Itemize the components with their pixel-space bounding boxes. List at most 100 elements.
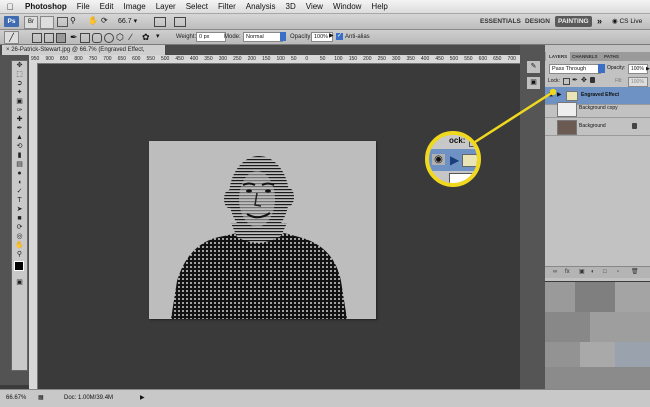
hand-tool-icon[interactable]: ✋ bbox=[13, 242, 26, 250]
expand-arrow-icon[interactable]: ▶ bbox=[557, 91, 562, 99]
screen-mode-icon[interactable] bbox=[174, 17, 186, 27]
more-workspaces-button[interactable]: » bbox=[597, 15, 602, 28]
layer-style-icon[interactable]: fx bbox=[565, 267, 570, 278]
rectangle-tool-icon[interactable] bbox=[80, 33, 90, 43]
menu-window[interactable]: Window bbox=[328, 2, 366, 11]
rounded-rectangle-tool-icon[interactable] bbox=[92, 33, 102, 43]
cs-live-button[interactable]: ◉ CS Live bbox=[612, 16, 642, 27]
menu-view[interactable]: View bbox=[301, 2, 328, 11]
tab-paths[interactable]: PATHS bbox=[601, 52, 622, 61]
mode-dropdown-icon[interactable] bbox=[280, 32, 286, 41]
tab-channels[interactable]: CHANNELS bbox=[569, 52, 601, 61]
history-panel-icon[interactable]: ✎ bbox=[526, 60, 541, 74]
gradient-tool-icon[interactable]: ▤ bbox=[13, 161, 26, 169]
visibility-eye-icon[interactable] bbox=[547, 104, 555, 112]
new-layer-icon[interactable]: ▫ bbox=[617, 267, 619, 278]
menu-help[interactable]: Help bbox=[366, 2, 392, 11]
clone-stamp-tool-icon[interactable]: ▲ bbox=[13, 134, 26, 142]
menu-layer[interactable]: Layer bbox=[151, 2, 181, 11]
zoom-icon[interactable]: ⚲ bbox=[70, 17, 80, 25]
layer-opacity-input[interactable]: 100% bbox=[628, 64, 648, 74]
crop-tool-icon[interactable]: ▣ bbox=[13, 98, 26, 106]
visibility-eye-icon[interactable] bbox=[547, 122, 555, 130]
fill-input[interactable]: 100% bbox=[628, 77, 648, 87]
brush-tool-icon[interactable]: ✒ bbox=[13, 125, 26, 133]
blend-mode-dropdown-icon[interactable] bbox=[598, 64, 605, 73]
new-group-icon[interactable]: □ bbox=[603, 267, 607, 278]
launch-mini-bridge-icon[interactable] bbox=[40, 16, 54, 29]
fill-pixels-icon[interactable] bbox=[56, 33, 66, 43]
blur-tool-icon[interactable]: ● bbox=[13, 170, 26, 178]
lock-image-icon[interactable]: ✒ bbox=[572, 76, 578, 85]
3d-rotate-tool-icon[interactable]: ⟳ bbox=[13, 224, 26, 232]
eraser-tool-icon[interactable]: ▮ bbox=[13, 152, 26, 160]
lasso-tool-icon[interactable]: ➲ bbox=[13, 80, 26, 88]
add-mask-icon[interactable]: ▣ bbox=[579, 267, 585, 278]
lock-position-icon[interactable]: ✥ bbox=[581, 76, 587, 85]
link-layers-icon[interactable]: ∞ bbox=[553, 267, 557, 278]
move-tool-icon[interactable]: ✥ bbox=[13, 62, 26, 70]
line-tool-icon[interactable]: ∕ bbox=[130, 32, 132, 42]
layer-opacity-arrow-icon[interactable]: ▶ bbox=[646, 65, 650, 73]
dodge-tool-icon[interactable]: ◖ bbox=[13, 179, 26, 187]
layer-row-background-copy[interactable]: Background copy bbox=[545, 100, 650, 118]
color-swatches[interactable] bbox=[13, 260, 28, 278]
shape-tool-icon[interactable]: ■ bbox=[13, 215, 26, 223]
menu-3d[interactable]: 3D bbox=[281, 2, 301, 11]
pen-icon[interactable]: ✒ bbox=[70, 32, 78, 42]
zoom-tool-icon[interactable]: ⚲ bbox=[13, 251, 26, 259]
menu-analysis[interactable]: Analysis bbox=[241, 2, 281, 11]
polygon-tool-icon[interactable]: ⬡ bbox=[116, 32, 124, 42]
opacity-slider-icon[interactable]: ▶ bbox=[329, 33, 335, 40]
ellipse-tool-icon[interactable] bbox=[104, 33, 114, 43]
custom-shape-icon[interactable]: ✿ bbox=[142, 32, 150, 42]
rotate-view-icon[interactable]: ⟳ bbox=[101, 17, 111, 25]
quick-selection-tool-icon[interactable]: ✦ bbox=[13, 89, 26, 97]
workspace-painting[interactable]: PAINTING bbox=[555, 16, 592, 27]
menu-edit[interactable]: Edit bbox=[95, 2, 119, 11]
launch-bridge-icon[interactable]: Br bbox=[24, 16, 38, 29]
status-menu-icon[interactable]: ▶ bbox=[140, 390, 145, 407]
tool-preset-icon[interactable]: ╱ bbox=[4, 31, 19, 44]
layer-row-background[interactable]: Background bbox=[545, 118, 650, 136]
weight-input[interactable]: 0 px bbox=[196, 32, 226, 42]
shape-layers-icon[interactable] bbox=[32, 33, 42, 43]
tab-layers[interactable]: LAYERS bbox=[546, 52, 571, 61]
delete-layer-icon[interactable]: 🗑 bbox=[631, 267, 639, 278]
anti-alias-checkbox[interactable]: ✓ bbox=[336, 33, 343, 40]
close-tab-icon[interactable]: × bbox=[6, 47, 10, 53]
lock-all-icon[interactable] bbox=[590, 77, 595, 83]
healing-brush-tool-icon[interactable]: ✚ bbox=[13, 116, 26, 124]
pen-tool-icon[interactable]: ✓ bbox=[13, 188, 26, 196]
workspace-design[interactable]: DESIGN bbox=[522, 16, 553, 27]
paths-icon[interactable] bbox=[44, 33, 54, 43]
swatches-panel-icon[interactable]: ▣ bbox=[526, 76, 541, 90]
view-extras-icon[interactable] bbox=[57, 17, 68, 27]
zoom-level-select[interactable]: 66.7 ▾ bbox=[118, 16, 137, 27]
marquee-tool-icon[interactable]: ⬚ bbox=[13, 71, 26, 79]
menu-file[interactable]: File bbox=[72, 2, 95, 11]
workspace-essentials[interactable]: ESSENTIALS bbox=[477, 16, 524, 27]
geometry-options-icon[interactable]: ▾ bbox=[156, 32, 160, 42]
mode-select[interactable]: Normal bbox=[243, 32, 283, 42]
eyedropper-tool-icon[interactable]: ✑ bbox=[13, 107, 26, 115]
arrange-documents-icon[interactable] bbox=[154, 17, 166, 27]
3d-orbit-tool-icon[interactable]: ◎ bbox=[13, 233, 26, 241]
blend-mode-select[interactable]: Pass Through bbox=[549, 64, 601, 74]
apple-menu-icon[interactable]:  bbox=[0, 2, 20, 12]
type-tool-icon[interactable]: T bbox=[13, 197, 26, 205]
visibility-eye-icon[interactable]: ◉ bbox=[547, 91, 555, 99]
document-tab[interactable]: × 26-Patrick-Stewart.jpg @ 66.7% (Engrav… bbox=[2, 45, 165, 63]
lock-transparent-icon[interactable] bbox=[563, 78, 570, 85]
hand-icon[interactable]: ✋ bbox=[88, 17, 98, 25]
menu-image[interactable]: Image bbox=[118, 2, 150, 11]
menu-photoshop[interactable]: Photoshop bbox=[20, 2, 72, 11]
menu-select[interactable]: Select bbox=[181, 2, 213, 11]
path-selection-tool-icon[interactable]: ➤ bbox=[13, 206, 26, 214]
quick-mask-icon[interactable]: ▣ bbox=[13, 279, 26, 287]
menu-filter[interactable]: Filter bbox=[213, 2, 241, 11]
adjustment-layer-icon[interactable]: ◐ bbox=[591, 267, 595, 278]
status-zoom[interactable]: 66.67% bbox=[6, 390, 26, 407]
engraved-portrait-image[interactable] bbox=[149, 141, 376, 319]
foreground-color-swatch[interactable] bbox=[14, 261, 24, 271]
